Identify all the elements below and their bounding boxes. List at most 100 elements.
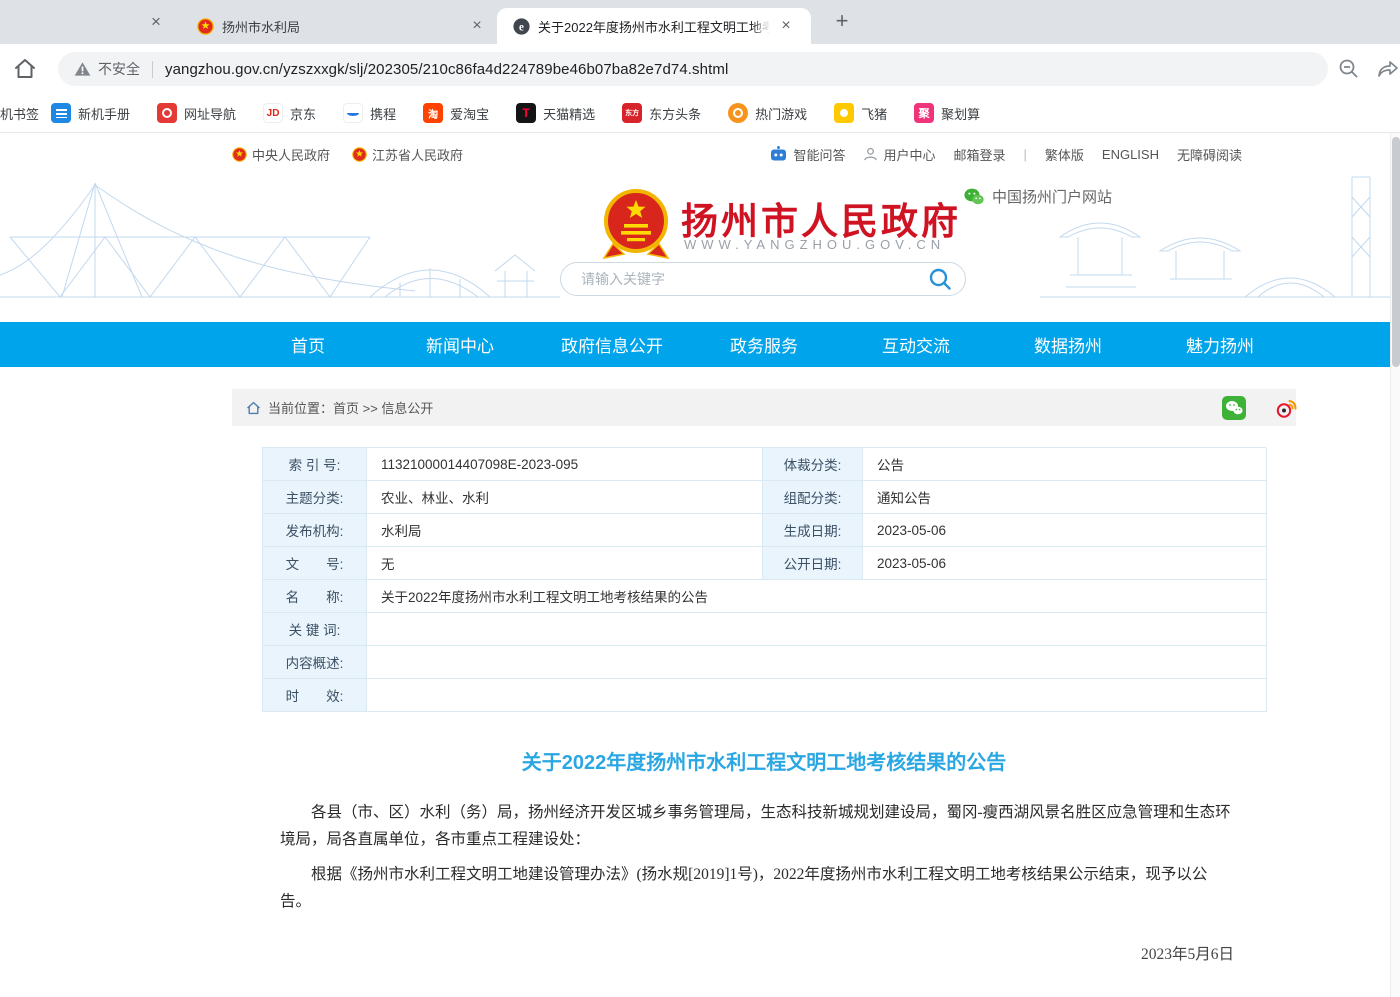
zoom-out-icon[interactable] xyxy=(1337,57,1361,81)
page-scrollbar[interactable] xyxy=(1390,133,1400,997)
link-accessible-reading[interactable]: 无障碍阅读 xyxy=(1177,145,1242,164)
bookmark-feizhu[interactable]: 飞猪 xyxy=(834,103,887,123)
tab-yangzhou-water-bureau[interactable]: 扬州市水利局 × xyxy=(183,8,495,44)
bookmark-remen-youxi[interactable]: 热门游戏 xyxy=(728,103,807,123)
nav-portal-icon xyxy=(157,103,177,123)
robot-icon xyxy=(769,146,788,162)
nav-item-info-disclosure[interactable]: 政府信息公开 xyxy=(536,322,688,367)
search-input[interactable] xyxy=(581,271,927,287)
url-text[interactable]: yangzhou.gov.cn/yzszxxgk/slj/202305/210c… xyxy=(165,61,728,78)
site-favicon: e xyxy=(513,18,530,35)
home-icon[interactable] xyxy=(11,55,39,83)
portal-link[interactable]: 中国扬州门户网站 xyxy=(964,186,1112,207)
nav-item-news[interactable]: 新闻中心 xyxy=(384,322,536,367)
close-icon[interactable]: × xyxy=(467,16,487,36)
security-warning-icon[interactable] xyxy=(74,61,91,77)
breadcrumb[interactable]: 当前位置：首页 >> 信息公开 xyxy=(268,398,433,417)
link-user-center[interactable]: 用户中心 xyxy=(863,145,935,164)
close-icon[interactable]: × xyxy=(145,11,167,33)
manual-book-icon xyxy=(51,103,71,123)
info-label: 关 键 词: xyxy=(263,613,367,646)
bookmark-label: 热门游戏 xyxy=(755,104,807,123)
info-label: 时 效: xyxy=(263,679,367,712)
scrollbar-thumb[interactable] xyxy=(1392,137,1400,367)
info-value: 2023-05-06 xyxy=(863,547,1267,580)
bookmark-label: 网址导航 xyxy=(184,104,236,123)
bookmark-tmall[interactable]: T 天猫精选 xyxy=(516,103,595,123)
bookmark-xinji-shouce[interactable]: 新机手册 xyxy=(51,103,130,123)
tab-active-announcement[interactable]: e 关于2022年度扬州市水利工程文明工地考核结果的公告 × xyxy=(497,8,811,44)
article-paragraph: 根据《扬州市水利工程文明工地建设管理办法》(扬水规[2019]1号)，2022年… xyxy=(280,861,1234,915)
user-icon xyxy=(863,147,878,162)
close-icon[interactable]: × xyxy=(776,16,796,36)
bookmark-label: 京东 xyxy=(290,104,316,123)
bookmark-ctrip[interactable]: 携程 xyxy=(343,103,396,123)
info-label: 体裁分类: xyxy=(763,448,863,481)
weibo-share-icon[interactable] xyxy=(1274,396,1298,420)
bookmark-wangzhi-daohang[interactable]: 网址导航 xyxy=(157,103,236,123)
bookmark-label: 聚划算 xyxy=(941,104,980,123)
url-bar[interactable]: 不安全 yangzhou.gov.cn/yzszxxgk/slj/202305/… xyxy=(58,52,1328,86)
nav-item-home[interactable]: 首页 xyxy=(232,322,384,367)
document-info-table: 索 引 号: 11321000014407098E-2023-095 体裁分类:… xyxy=(262,447,1266,712)
share-icon[interactable] xyxy=(1376,57,1400,81)
article-date: 2023年5月6日 xyxy=(232,942,1296,964)
link-label: 江苏省人民政府 xyxy=(372,145,463,164)
link-smart-qa[interactable]: 智能问答 xyxy=(769,145,845,164)
new-tab-button[interactable]: + xyxy=(828,8,856,36)
jd-icon: JD xyxy=(263,103,283,123)
juhuasuan-icon: 聚 xyxy=(914,103,934,123)
site-search xyxy=(560,262,966,296)
bookmark-dongfang-toutiao[interactable]: 东方 东方头条 xyxy=(622,103,701,123)
info-label: 发布机构: xyxy=(263,514,367,547)
info-value: 2023-05-06 xyxy=(863,514,1267,547)
bookmark-label: 爱淘宝 xyxy=(450,104,489,123)
browser-window: × 扬州市水利局 × e 关于2022年度扬州市水利工程文明工地考核结果的公告 … xyxy=(0,0,1400,997)
info-value: 无 xyxy=(367,547,763,580)
nav-item-data-yangzhou[interactable]: 数据扬州 xyxy=(992,322,1144,367)
omnibox-divider xyxy=(152,61,153,78)
info-value: 农业、林业、水利 xyxy=(367,481,763,514)
breadcrumb-bar: 当前位置：首页 >> 信息公开 xyxy=(232,389,1296,426)
bookmarks-bar: 机书签 新机手册 网址导航 JD 京东 携程 淘 爱淘宝 T 天猫精选 东方 东… xyxy=(0,94,1400,133)
info-value: 关于2022年度扬州市水利工程文明工地考核结果的公告 xyxy=(367,580,1267,613)
link-jiangsu-gov[interactable]: 江苏省人民政府 xyxy=(352,145,463,164)
info-label: 文 号: xyxy=(263,547,367,580)
svg-text:e: e xyxy=(519,21,524,33)
info-label: 主题分类: xyxy=(263,481,367,514)
security-label[interactable]: 不安全 xyxy=(98,59,140,79)
bookmark-cut-off[interactable]: 机书签 xyxy=(0,104,39,123)
home-breadcrumb-icon xyxy=(246,401,261,415)
link-label: 中央人民政府 xyxy=(252,145,330,164)
gov-emblem-icon xyxy=(352,147,367,162)
national-emblem-logo xyxy=(600,187,672,263)
link-traditional[interactable]: 繁体版 xyxy=(1045,145,1084,164)
link-mail-login[interactable]: 邮箱登录 xyxy=(953,145,1005,164)
bookmark-label: 携程 xyxy=(370,104,396,123)
tab-title: 关于2022年度扬州市水利工程文明工地考核结果的公告 xyxy=(538,17,770,36)
link-central-gov[interactable]: 中央人民政府 xyxy=(232,145,330,164)
info-label: 索 引 号: xyxy=(263,448,367,481)
portal-label: 中国扬州门户网站 xyxy=(992,186,1112,207)
bookmark-label: 天猫精选 xyxy=(543,104,595,123)
info-value: 通知公告 xyxy=(863,481,1267,514)
info-value: 水利局 xyxy=(367,514,763,547)
nav-item-charm-yangzhou[interactable]: 魅力扬州 xyxy=(1144,322,1296,367)
bookmark-jd[interactable]: JD 京东 xyxy=(263,103,316,123)
bookmark-juhuasuan[interactable]: 聚 聚划算 xyxy=(914,103,980,123)
bookmark-label: 新机手册 xyxy=(78,104,130,123)
announcement-article: 关于2022年度扬州市水利工程文明工地考核结果的公告 各县（市、区）水利（务）局… xyxy=(232,711,1296,997)
tmall-icon: T xyxy=(516,103,536,123)
browser-toolbar: 不安全 yangzhou.gov.cn/yzszxxgk/slj/202305/… xyxy=(0,44,1400,94)
bookmark-aitaobao[interactable]: 淘 爱淘宝 xyxy=(423,103,489,123)
nav-item-interaction[interactable]: 互动交流 xyxy=(840,322,992,367)
topbar-separator: | xyxy=(1024,147,1027,162)
browser-tab-bar: × 扬州市水利局 × e 关于2022年度扬州市水利工程文明工地考核结果的公告 … xyxy=(0,0,1400,44)
nav-item-services[interactable]: 政务服务 xyxy=(688,322,840,367)
search-icon[interactable] xyxy=(927,266,953,292)
info-label: 生成日期: xyxy=(763,514,863,547)
game-icon xyxy=(728,103,748,123)
wechat-share-icon[interactable] xyxy=(1222,396,1246,420)
info-label: 内容概述: xyxy=(263,646,367,679)
link-english[interactable]: ENGLISH xyxy=(1102,147,1159,162)
